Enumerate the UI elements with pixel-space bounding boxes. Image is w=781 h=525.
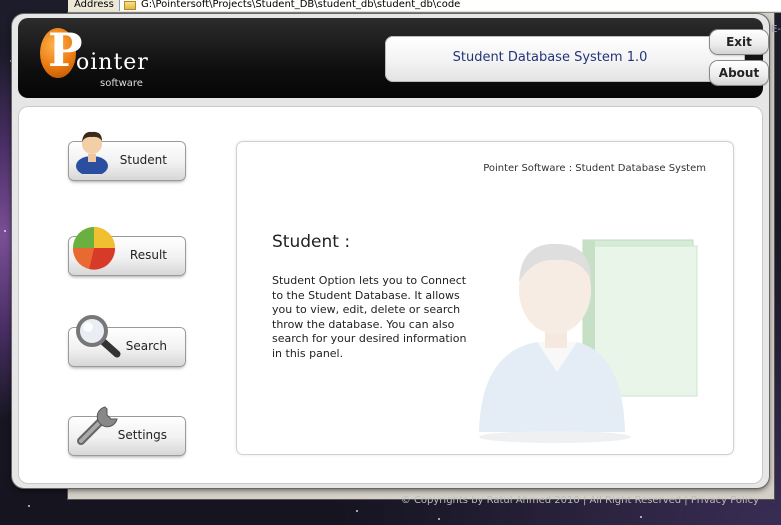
wrench-icon: [77, 406, 118, 445]
magnifier-icon: [76, 315, 121, 358]
pie-chart-icon: [72, 227, 116, 270]
background-star: [640, 516, 642, 518]
logo-subtitle: software: [100, 78, 143, 89]
background-star: [438, 518, 440, 520]
nav-search-label: Search: [125, 339, 167, 353]
panel-title: Student :: [272, 232, 351, 252]
nav-student-button[interactable]: Student: [69, 131, 185, 180]
host-window-edge-text: E-: [771, 24, 781, 35]
background-star: [4, 230, 6, 232]
background-star: [356, 510, 358, 512]
address-bar: Address G:\Pointersoft\Projects\Student_…: [68, 0, 781, 13]
address-input[interactable]: G:\Pointersoft\Projects\Student_DB\stude…: [119, 0, 781, 11]
address-label: Address: [74, 0, 114, 10]
folder-icon: [124, 1, 136, 10]
title-banner: Student Database System 1.0: [385, 36, 745, 82]
student-icon: [76, 131, 108, 174]
app-title: Student Database System 1.0: [452, 50, 648, 65]
app-header: P ointer software Student Database Syste…: [18, 18, 768, 98]
copyright-footer: © Copyrights by Ratul Ahmed 2010 | All R…: [400, 495, 759, 506]
pointer-logo: P ointer software: [40, 25, 150, 89]
logo-wordmark: ointer: [76, 50, 149, 75]
nav-settings-label: Settings: [117, 428, 167, 442]
info-panel: Pointer Software : Student Database Syst…: [237, 142, 733, 454]
nav-search-button[interactable]: Search: [69, 315, 185, 366]
student-with-book-icon: [479, 239, 698, 443]
nav-student-label: Student: [119, 153, 167, 167]
address-path: G:\Pointersoft\Projects\Student_DB\stude…: [141, 0, 461, 10]
panel-description: Student Option lets you to Connect to th…: [272, 274, 467, 360]
panel-caption: Pointer Software : Student Database Syst…: [483, 163, 706, 174]
content-area: Student Result Search Settings Pointer S…: [18, 106, 763, 484]
nav-result-button[interactable]: Result: [69, 227, 185, 275]
exit-button[interactable]: Exit: [710, 30, 768, 54]
app-window: P ointer software Student Database Syste…: [12, 14, 769, 488]
nav-result-label: Result: [129, 248, 167, 262]
background-star: [28, 505, 30, 507]
nav-settings-button[interactable]: Settings: [69, 406, 185, 455]
about-button[interactable]: About: [710, 61, 768, 85]
